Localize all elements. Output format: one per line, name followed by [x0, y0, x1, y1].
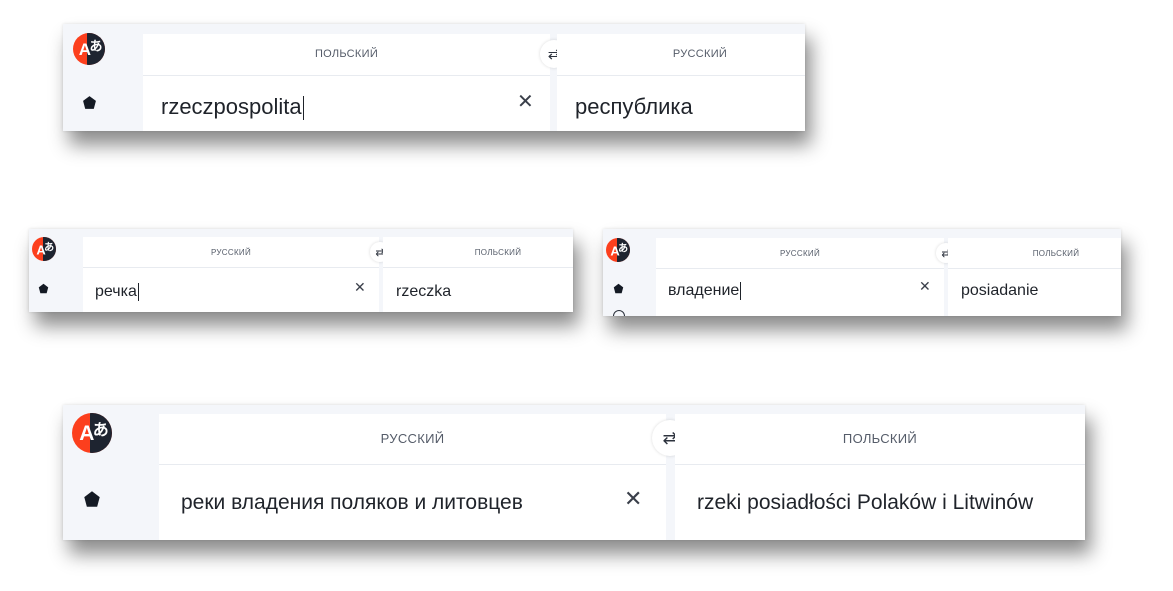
translator-panel-3: A あ РУССКИЙ владение ✕ ⇄ ПОЛЬСКИЙ posiad…	[603, 229, 1121, 316]
translator-logo-icon[interactable]: A あ	[73, 33, 105, 65]
source-language-selector[interactable]: РУССКИЙ	[159, 431, 666, 446]
source-language-selector[interactable]: РУССКИЙ	[83, 248, 379, 257]
source-input-text: rzeczpospolita	[161, 94, 302, 119]
target-language-selector[interactable]: РУССКИЙ	[595, 48, 805, 60]
translator-logo-icon[interactable]: A あ	[606, 238, 630, 262]
target-card: ПОЛЬСКИЙ rzeki posiadłości Polaków i Lit…	[675, 414, 1085, 540]
target-card: РУССКИЙ республика	[557, 34, 805, 131]
target-card: ПОЛЬСКИЙ posiadanie	[948, 238, 1121, 316]
translator-panel-4: A あ РУССКИЙ реки владения поляков и лито…	[63, 405, 1085, 540]
translation-output: rzeczka	[396, 283, 452, 300]
translator-panel-2: A あ РУССКИЙ речка ✕ ⇄ ПОЛЬСКИЙ rzeczka	[29, 229, 573, 312]
clear-input-button[interactable]: ✕	[517, 89, 534, 114]
source-input[interactable]: rzeczpospolita	[161, 94, 304, 121]
translator-logo-icon[interactable]: A あ	[72, 413, 112, 453]
source-card: ПОЛЬСКИЙ rzeczpospolita ✕	[143, 34, 550, 131]
home-icon[interactable]	[83, 490, 101, 508]
source-input[interactable]: владение	[668, 282, 742, 300]
target-language-selector[interactable]: ПОЛЬСКИЙ	[991, 249, 1121, 258]
translation-output: posiadanie	[961, 282, 1039, 299]
clear-input-button[interactable]: ✕	[354, 279, 366, 296]
source-card: РУССКИЙ реки владения поляков и литовцев…	[159, 414, 666, 540]
clear-input-button[interactable]: ✕	[624, 486, 642, 512]
source-card: РУССКИЙ речка ✕	[83, 237, 379, 312]
translation-output: rzeki posiadłości Polaków i Litwinów	[697, 491, 1034, 514]
source-input-text: владение	[668, 282, 740, 300]
history-icon[interactable]	[613, 310, 625, 316]
home-icon[interactable]	[38, 283, 49, 294]
translation-output: республика	[575, 94, 693, 119]
home-icon[interactable]	[82, 95, 97, 110]
target-language-selector[interactable]: ПОЛЬСКИЙ	[675, 431, 1085, 446]
source-language-selector[interactable]: РУССКИЙ	[656, 249, 944, 258]
source-language-selector[interactable]: ПОЛЬСКИЙ	[143, 48, 550, 60]
clear-input-button[interactable]: ✕	[919, 278, 931, 295]
translator-panel-1: A あ ПОЛЬСКИЙ rzeczpospolita ✕ ⇄ РУССКИЙ …	[63, 24, 805, 131]
target-language-selector[interactable]: ПОЛЬСКИЙ	[423, 248, 573, 257]
source-input[interactable]: речка	[95, 283, 139, 301]
source-input[interactable]: реки владения поляков и литовцев	[181, 491, 523, 515]
translator-logo-icon[interactable]: A あ	[32, 237, 56, 261]
target-card: ПОЛЬСКИЙ rzeczka	[383, 237, 573, 312]
source-input-text: речка	[95, 283, 137, 301]
source-card: РУССКИЙ владение ✕	[656, 238, 944, 316]
home-icon[interactable]	[613, 283, 624, 294]
